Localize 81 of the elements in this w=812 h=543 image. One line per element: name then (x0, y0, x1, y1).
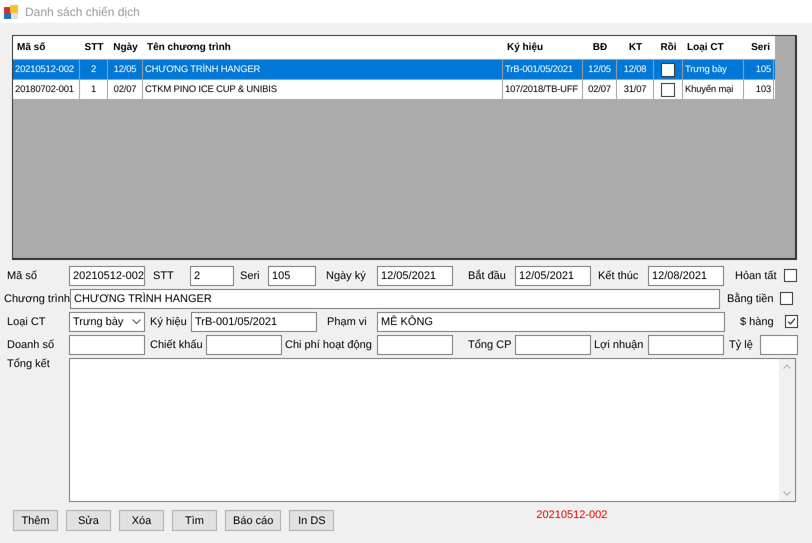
input-field[interactable]: TrB-001/05/2021 (191, 312, 317, 332)
field-label: Kết thúc (598, 270, 640, 282)
table-cell: CHƯƠNG TRÌNH HANGER (145, 64, 260, 76)
column-header[interactable]: Seri (744, 36, 774, 59)
column-header[interactable]: Mã số (13, 36, 80, 59)
field-label: $ hàng (740, 316, 775, 328)
field-label: Seri (240, 270, 261, 282)
checkbox[interactable] (661, 62, 675, 76)
input-field[interactable]: 12/05/2021 (515, 266, 591, 286)
table-cell: 20210512-002 (15, 64, 74, 76)
app-icon (4, 4, 18, 18)
field-label: Mã số (7, 270, 38, 282)
field-label: Chi phí hoạt động (285, 338, 373, 350)
action-button[interactable]: Tìm (172, 510, 217, 531)
column-header[interactable]: Loại CT (683, 36, 744, 59)
field-label: Tỷ lệ (729, 338, 754, 350)
checkbox[interactable] (780, 292, 793, 305)
field-label: Bắt đầu (468, 270, 507, 282)
table-cell: Trưng bày (685, 64, 727, 76)
column-header[interactable]: Ký hiệu (503, 36, 583, 59)
action-button[interactable]: In DS (289, 510, 334, 531)
field-label: Hỏan tất (735, 270, 778, 282)
table-cell: 31/07 (624, 84, 646, 96)
table-cell: 12/08 (624, 64, 646, 76)
column-header[interactable]: STT (80, 36, 108, 59)
table-row[interactable]: 20180702-001 1 02/07 CTKM PINO ICE CUP & UNIBIS 107/2018/TB-UFF 02/07 31/07 Khuyến mại 103 (13, 79, 775, 99)
table-cell: TrB-001/05/2021 (505, 64, 573, 76)
input-field[interactable] (648, 334, 724, 354)
column-header[interactable]: Rồi (654, 36, 683, 59)
table-cell: 1 (90, 84, 96, 96)
table-cell: 103 (756, 84, 771, 96)
action-button[interactable]: Xóa (119, 510, 164, 531)
input-field[interactable]: 2 (190, 266, 234, 286)
checkbox[interactable] (785, 315, 798, 328)
table-cell: CTKM PINO ICE CUP & UNIBIS (145, 84, 277, 96)
input-field[interactable] (760, 334, 798, 354)
input-field[interactable] (206, 334, 282, 354)
table-cell: 02/07 (588, 84, 611, 96)
field-label: Lợi nhuận (594, 338, 644, 350)
field-label: STT (153, 270, 175, 282)
action-button[interactable]: Sửa (66, 510, 111, 531)
field-label: Doanh số (7, 338, 56, 350)
dropdown[interactable]: Trưng bày (69, 312, 145, 332)
field-label: Tổng CP (468, 338, 512, 350)
input-field[interactable]: 12/05/2021 (377, 266, 453, 286)
input-field[interactable] (515, 334, 591, 354)
table-cell: 107/2018/TB-UFF (505, 84, 578, 96)
checkbox[interactable] (784, 269, 797, 282)
input-field[interactable]: 12/08/2021 (648, 266, 724, 286)
column-header[interactable]: Ngày (108, 36, 143, 59)
field-label: Loại CT (7, 316, 47, 328)
record-code: 20210512-002 (536, 508, 608, 520)
column-header[interactable]: BĐ (583, 36, 617, 59)
window-title: Danh sách chiến dịch (25, 4, 140, 18)
table-cell: Khuyến mại (685, 84, 734, 96)
table-row[interactable]: 20210512-002 2 12/05 CHƯƠNG TRÌNH HANGER TrB-001/05/2021 12/05 12/08 Trưng bày 105 (13, 59, 775, 79)
field-label: Chiết khấu (150, 338, 204, 350)
table-cell: 105 (756, 64, 771, 76)
field-label: Bằng tiền (727, 292, 774, 304)
table-cell: 2 (90, 64, 96, 76)
action-button[interactable]: Báo cáo (225, 510, 282, 531)
input-field[interactable] (69, 334, 145, 354)
checkbox[interactable] (661, 82, 675, 96)
field-label: Tổng kết (7, 358, 51, 370)
table-cell: 02/07 (114, 84, 136, 96)
action-button[interactable]: Thêm (13, 510, 58, 531)
field-label: Ngày ký (326, 270, 367, 282)
field-label: Phạm vi (327, 316, 368, 328)
table-cell: 20180702-001 (15, 84, 74, 96)
table-cell: 12/05 (114, 64, 136, 76)
field-label: Ký hiệu (150, 316, 188, 328)
input-field[interactable]: 20210512-002 (69, 266, 145, 286)
chevron-down-icon (132, 318, 141, 324)
field-label: Chương trình (4, 292, 70, 304)
table-cell: 12/05 (588, 64, 611, 76)
input-field[interactable]: CHƯƠNG TRÌNH HANGER (70, 288, 720, 308)
column-header[interactable]: Tên chương trình (143, 36, 503, 59)
input-field[interactable] (377, 334, 453, 354)
column-header[interactable]: KT (617, 36, 654, 59)
input-field[interactable]: 105 (268, 266, 316, 286)
input-field[interactable]: MÊ KÔNG (377, 312, 725, 332)
